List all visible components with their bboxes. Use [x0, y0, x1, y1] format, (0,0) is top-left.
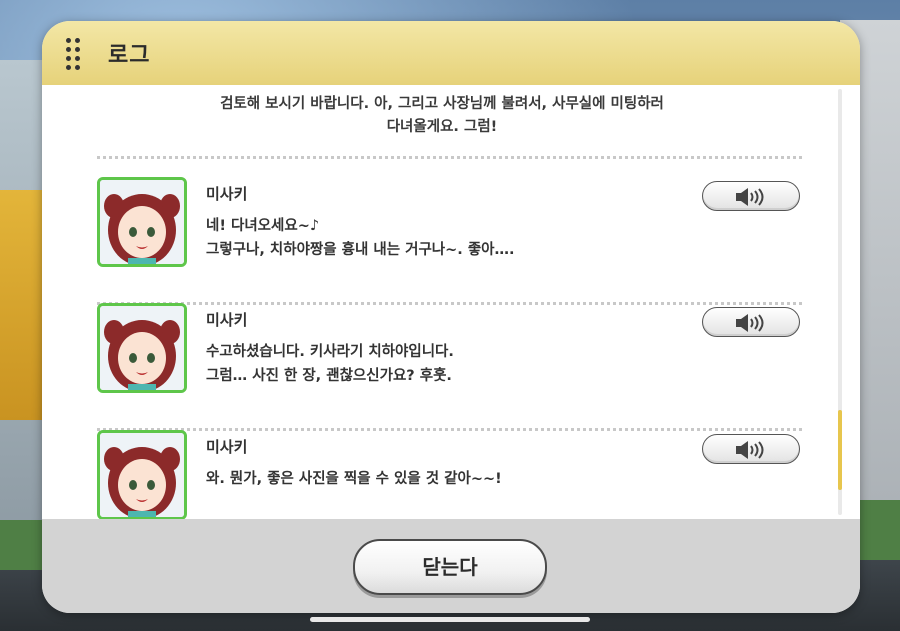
- background-fence-left: [0, 520, 45, 570]
- speaker-icon: [736, 314, 764, 332]
- previous-dialogue-line: 검토해 보시기 바랍니다. 아, 그리고 사장님께 불려서, 사무실에 미팅하러…: [220, 96, 664, 135]
- speaker-name: 미사키: [206, 185, 248, 203]
- speaker-name: 미사키: [206, 438, 248, 456]
- dialog-title: 로그: [108, 43, 151, 68]
- dialog-header: 로그: [42, 21, 860, 85]
- log-dialog: 로그 검토해 보시기 바랍니다. 아, 그리고 사장님께 불려서, 사무실에 미…: [42, 21, 860, 613]
- dialogue-line: 그럼… 사진 한 장, 괜찮으신가요? 후훗.: [206, 368, 452, 384]
- character-portrait: [97, 430, 187, 519]
- speaker-name: 미사키: [206, 311, 248, 329]
- character-portrait: [97, 177, 187, 267]
- divider: [97, 156, 802, 159]
- close-button[interactable]: 닫는다: [353, 539, 547, 595]
- voice-replay-button[interactable]: [702, 307, 800, 337]
- previous-dialogue-text: 검토해 보시기 바랍니다. 아, 그리고 사장님께 불려서, 사무실에 미팅하러…: [162, 93, 722, 139]
- log-entry: 미사키 와. 뭔가, 좋은 사진을 찍을 수 있을 것 같아~~!: [42, 430, 860, 519]
- speaker-icon: [736, 188, 764, 206]
- log-entry: 미사키 수고하셨습니다. 키사라기 치하야입니다. 그럼… 사진 한 장, 괜찮…: [42, 303, 860, 421]
- voice-replay-button[interactable]: [702, 181, 800, 211]
- grip-icon: [64, 37, 84, 71]
- dialog-footer: 닫는다: [42, 519, 860, 613]
- scrollbar-thumb[interactable]: [838, 410, 842, 490]
- dialogue-line: 그렇구나, 치하야짱을 흉내 내는 거구나~. 좋아….: [206, 242, 515, 258]
- home-indicator[interactable]: [310, 617, 590, 622]
- log-scroll-area[interactable]: 검토해 보시기 바랍니다. 아, 그리고 사장님께 불려서, 사무실에 미팅하러…: [42, 85, 860, 519]
- voice-replay-button[interactable]: [702, 434, 800, 464]
- background-sign: [0, 190, 46, 420]
- dialogue-line: 네! 다녀오세요~♪: [206, 218, 320, 234]
- dialogue-line: 와. 뭔가, 좋은 사진을 찍을 수 있을 것 같아~~!: [206, 471, 502, 487]
- dialogue-line: 수고하셨습니다. 키사라기 치하야입니다.: [206, 344, 454, 360]
- background-fence-right: [855, 500, 900, 560]
- character-portrait: [97, 303, 187, 393]
- speaker-icon: [736, 441, 764, 459]
- log-entry: 미사키 네! 다녀오세요~♪ 그렇구나, 치하야짱을 흉내 내는 거구나~. 좋…: [42, 177, 860, 295]
